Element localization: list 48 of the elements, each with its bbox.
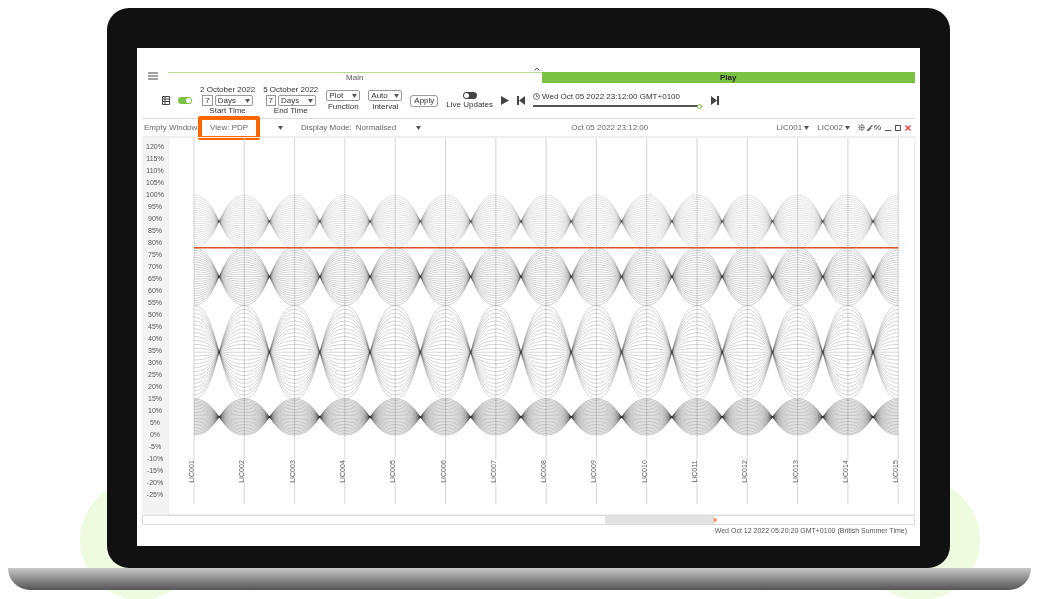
caret-icon: [244, 98, 250, 103]
table-icon[interactable]: [162, 96, 170, 105]
caret-icon: [352, 93, 358, 98]
unit-dropdown[interactable]: Days: [214, 95, 253, 106]
function-dropdown[interactable]: Plot: [326, 90, 361, 101]
display-mode-label: Display Mode:: [301, 123, 352, 132]
skip-forward-icon[interactable]: [711, 96, 720, 105]
count-field[interactable]: 7: [202, 95, 213, 106]
interval-dropdown[interactable]: Auto: [368, 90, 403, 101]
field-label: Interval: [372, 103, 399, 111]
caret-icon: [307, 98, 313, 103]
field-label: Start Time: [209, 107, 246, 115]
tab[interactable]: Main: [168, 72, 542, 83]
link-icon[interactable]: [874, 124, 881, 131]
menu-icon[interactable]: [148, 71, 158, 80]
axis-dropdown[interactable]: LIC002: [817, 123, 850, 132]
caret-icon: [845, 125, 850, 130]
axis-dropdown[interactable]: LIC001: [776, 123, 810, 132]
clock-icon: [533, 93, 541, 100]
navigator-handle[interactable]: [713, 518, 717, 522]
playback-time: Wed Oct 05 2022 23:12:00 GMT+0100: [542, 92, 680, 101]
playback-slider[interactable]: [533, 103, 704, 109]
toggle-switch[interactable]: [178, 97, 192, 104]
play-icon[interactable]: [501, 96, 510, 105]
caret-icon: [278, 125, 284, 130]
live-updates-label: Live Updates: [446, 101, 494, 109]
view-dropdown[interactable]: View: PDP: [204, 123, 290, 132]
tab[interactable]: Play: [541, 72, 915, 83]
chart-timestamp: Oct 05 2022 23:12:00: [571, 123, 649, 132]
gear-icon[interactable]: [858, 124, 865, 131]
field-label: Function: [327, 103, 359, 111]
unit-dropdown[interactable]: Days: [277, 95, 316, 106]
skip-back-icon[interactable]: [517, 96, 526, 105]
window-label: Empty Window: [143, 123, 198, 132]
count-field[interactable]: 7: [265, 95, 276, 106]
caret-icon: [394, 93, 400, 98]
date-text: 2 October 2022: [200, 86, 256, 94]
toggle-switch[interactable]: [462, 92, 477, 99]
close-icon[interactable]: [905, 124, 911, 131]
caret-icon: [804, 125, 810, 130]
caret-icon: [416, 125, 422, 130]
chevron-up-icon[interactable]: [534, 67, 540, 71]
maximize-icon[interactable]: [895, 124, 901, 131]
paint-icon[interactable]: [866, 124, 873, 131]
display-mode-dropdown[interactable]: Normalised: [355, 123, 422, 132]
date-text: 5 October 2022: [263, 86, 319, 94]
field-label: End Time: [273, 107, 308, 115]
apply-button[interactable]: Apply: [410, 94, 439, 107]
